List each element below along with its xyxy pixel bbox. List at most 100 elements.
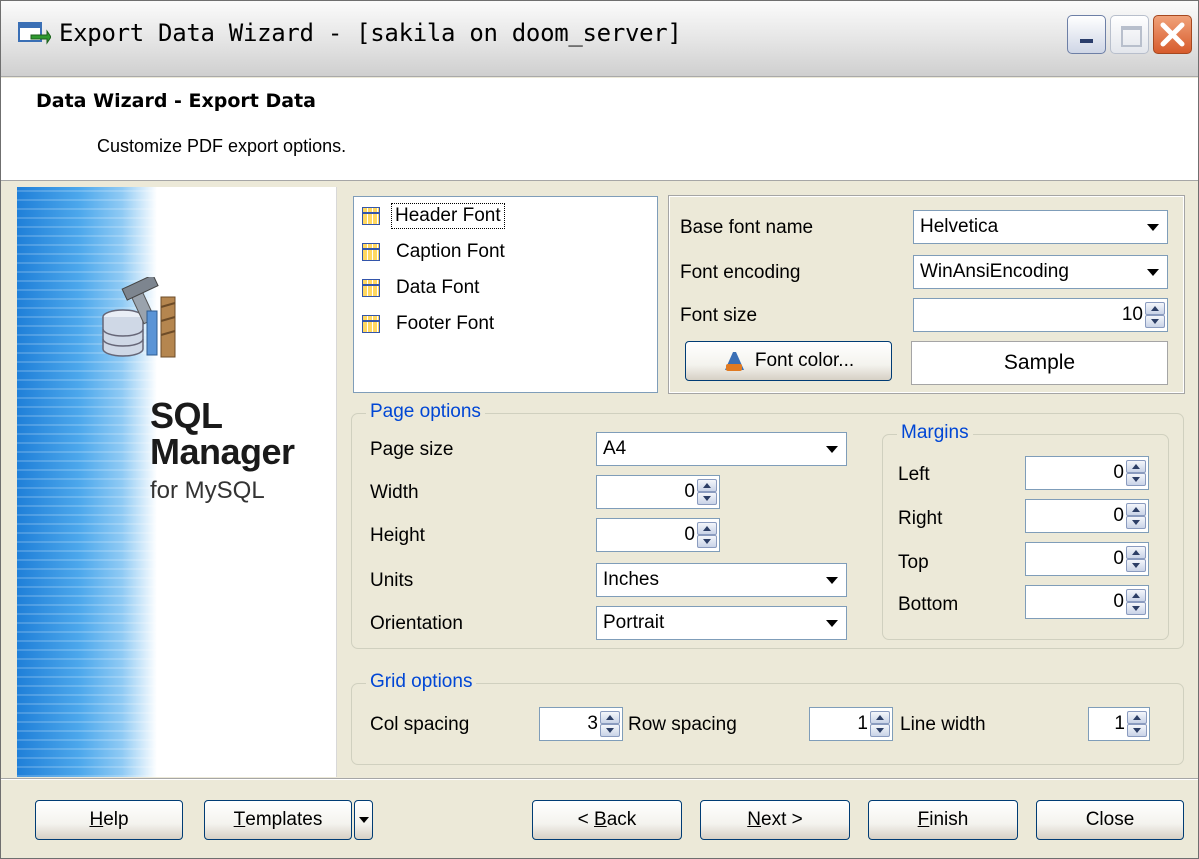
export-data-wizard-window: Export Data Wizard - [sakila on doom_ser…: [0, 0, 1199, 859]
base-font-name-value: Helvetica: [920, 216, 999, 237]
product-name-line-2: Manager: [150, 431, 295, 472]
back-label-prefix: <: [577, 809, 595, 830]
font-list-item-caption[interactable]: Caption Font: [356, 235, 505, 269]
spin-down-icon[interactable]: [870, 724, 890, 737]
window-title: Export Data Wizard - [sakila on doom_ser…: [59, 19, 682, 47]
margins-group: Margins Left 0 Right 0 Top 0 Bottom 0: [882, 422, 1169, 640]
spin-up-icon[interactable]: [870, 711, 890, 724]
line-width-spinner[interactable]: 1: [1088, 707, 1150, 741]
next-button[interactable]: Next >: [700, 800, 850, 840]
page-height-label: Height: [370, 525, 425, 546]
orientation-value: Portrait: [603, 612, 665, 633]
spin-down-icon[interactable]: [1127, 724, 1147, 737]
margin-left-label: Left: [898, 464, 930, 485]
title-bar[interactable]: Export Data Wizard - [sakila on doom_ser…: [1, 1, 1198, 77]
font-item-icon: [362, 207, 380, 225]
units-select[interactable]: Inches: [596, 563, 847, 597]
spin-down-icon[interactable]: [1126, 559, 1146, 572]
margin-top-label: Top: [898, 552, 929, 573]
margin-right-value: 0: [1113, 505, 1124, 526]
spin-up-icon[interactable]: [1126, 503, 1146, 516]
font-encoding-select[interactable]: WinAnsiEncoding: [913, 255, 1168, 289]
spin-buttons: [1127, 711, 1147, 737]
spin-down-icon[interactable]: [1126, 602, 1146, 615]
col-spacing-value: 3: [587, 713, 598, 734]
close-icon: [1160, 22, 1185, 47]
margin-bottom-spinner[interactable]: 0: [1025, 585, 1149, 619]
spin-up-icon[interactable]: [697, 479, 717, 492]
font-list-item-footer[interactable]: Footer Font: [356, 307, 494, 341]
spin-down-icon[interactable]: [1126, 516, 1146, 529]
page-size-value: A4: [603, 438, 627, 459]
help-button[interactable]: Help: [35, 800, 183, 840]
close-window-button[interactable]: [1153, 15, 1192, 54]
orientation-select[interactable]: Portrait: [596, 606, 847, 640]
font-size-label: Font size: [680, 305, 758, 326]
line-width-label: Line width: [900, 714, 986, 735]
font-color-button[interactable]: Font color...: [685, 341, 892, 381]
maximize-button[interactable]: [1110, 15, 1149, 54]
page-width-spinner[interactable]: 0: [596, 475, 720, 509]
font-list-item-label: Caption Font: [396, 241, 505, 262]
templates-label-rest: emplates: [245, 809, 323, 830]
margins-caption: Margins: [897, 422, 973, 444]
spin-down-icon[interactable]: [1126, 473, 1146, 486]
minimize-button[interactable]: [1067, 15, 1106, 54]
font-list-item-data[interactable]: Data Font: [356, 271, 479, 305]
page-size-label: Page size: [370, 439, 454, 460]
font-type-list[interactable]: Header Font Caption Font Data Font Foote…: [353, 196, 658, 393]
font-list-item-label: Data Font: [396, 277, 480, 298]
wizard-step-title: Data Wizard - Export Data: [36, 90, 316, 112]
back-label-rest: ack: [606, 809, 637, 830]
spin-buttons: [1126, 503, 1146, 529]
spin-up-icon[interactable]: [1126, 460, 1146, 473]
banner-gradient-strip: [17, 187, 157, 777]
page-options-group: Page options Page size A4 Width 0 Height…: [351, 401, 1184, 649]
next-hotkey: N: [747, 809, 761, 830]
spin-up-icon[interactable]: [1127, 711, 1147, 724]
orientation-label: Orientation: [370, 613, 463, 634]
close-button[interactable]: Close: [1036, 800, 1184, 840]
spin-up-icon[interactable]: [1126, 589, 1146, 602]
page-size-select[interactable]: A4: [596, 432, 847, 466]
margin-bottom-value: 0: [1113, 591, 1124, 612]
spin-down-icon[interactable]: [697, 492, 717, 505]
back-button[interactable]: < Back: [532, 800, 682, 840]
row-spacing-spinner[interactable]: 1: [809, 707, 893, 741]
font-size-spinner[interactable]: 10: [913, 298, 1168, 332]
spin-up-icon[interactable]: [1126, 546, 1146, 559]
chevron-down-icon: [1147, 269, 1159, 276]
margin-left-spinner[interactable]: 0: [1025, 456, 1149, 490]
spin-buttons: [600, 711, 620, 737]
margin-right-spinner[interactable]: 0: [1025, 499, 1149, 533]
help-label-rest: elp: [103, 809, 129, 830]
spin-up-icon[interactable]: [1145, 302, 1165, 315]
close-button-label: Close: [1085, 809, 1135, 830]
templates-dropdown-button[interactable]: [354, 800, 373, 840]
chevron-down-icon: [1147, 224, 1159, 231]
font-color-icon: [724, 352, 744, 371]
margin-top-value: 0: [1113, 548, 1124, 569]
page-width-label: Width: [370, 482, 419, 503]
spin-up-icon[interactable]: [697, 522, 717, 535]
spin-up-icon[interactable]: [600, 711, 620, 724]
spin-buttons: [1126, 460, 1146, 486]
spin-down-icon[interactable]: [600, 724, 620, 737]
font-list-item-header[interactable]: Header Font: [356, 199, 505, 233]
spin-down-icon[interactable]: [697, 535, 717, 548]
margin-left-value: 0: [1113, 462, 1124, 483]
templates-button[interactable]: Templates: [204, 800, 352, 840]
finish-label-rest: inish: [929, 809, 969, 830]
font-settings-panel: Base font name Helvetica Font encoding W…: [668, 195, 1185, 394]
wizard-header: Data Wizard - Export Data Customize PDF …: [1, 78, 1198, 181]
wizard-step-subtitle: Customize PDF export options.: [97, 136, 347, 156]
spin-buttons: [697, 479, 717, 505]
page-height-spinner[interactable]: 0: [596, 518, 720, 552]
finish-button[interactable]: Finish: [868, 800, 1018, 840]
spin-down-icon[interactable]: [1145, 315, 1165, 328]
wizard-app-icon: [18, 22, 51, 45]
base-font-name-select[interactable]: Helvetica: [913, 210, 1168, 244]
col-spacing-spinner[interactable]: 3: [539, 707, 623, 741]
font-sample-preview: Sample: [911, 341, 1168, 385]
margin-top-spinner[interactable]: 0: [1025, 542, 1149, 576]
